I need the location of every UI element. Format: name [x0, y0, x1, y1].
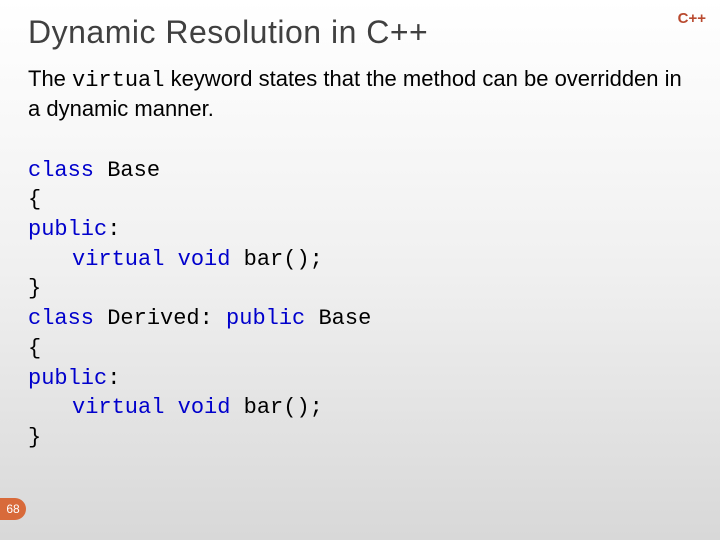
intro-text: The virtual keyword states that the meth…	[28, 65, 692, 122]
code-line-9: virtual void bar();	[28, 393, 323, 423]
code-line-2: {	[28, 187, 41, 212]
slide: C++ Dynamic Resolution in C++ The virtua…	[0, 0, 720, 540]
code-line-3: public:	[28, 217, 120, 242]
kw-public-3: public	[28, 366, 107, 391]
code-line-7: {	[28, 336, 41, 361]
kw-void-1: void	[178, 247, 231, 272]
page-number-badge: 68	[0, 498, 26, 520]
code-space	[164, 247, 177, 272]
code-text: Derived:	[94, 306, 226, 331]
kw-class-1: class	[28, 158, 94, 183]
code-line-8: public:	[28, 366, 120, 391]
code-line-10: }	[28, 425, 41, 450]
code-text: Base	[94, 158, 160, 183]
code-line-6: class Derived: public Base	[28, 306, 371, 331]
kw-virtual-2: virtual	[72, 395, 164, 420]
kw-class-2: class	[28, 306, 94, 331]
code-text: Base	[305, 306, 371, 331]
kw-virtual-1: virtual	[72, 247, 164, 272]
intro-pre: The	[28, 66, 72, 91]
intro-keyword: virtual	[72, 68, 164, 93]
kw-public-1: public	[28, 217, 107, 242]
code-block: class Base { public: virtual void bar();…	[28, 126, 692, 453]
code-text: :	[107, 366, 120, 391]
slide-title: Dynamic Resolution in C++	[28, 14, 692, 51]
code-text: bar();	[230, 247, 322, 272]
kw-void-2: void	[178, 395, 231, 420]
code-line-5: }	[28, 276, 41, 301]
code-space	[164, 395, 177, 420]
code-text: bar();	[230, 395, 322, 420]
code-line-4: virtual void bar();	[28, 245, 323, 275]
code-text: :	[107, 217, 120, 242]
language-badge: C++	[678, 10, 706, 27]
code-line-1: class Base	[28, 158, 160, 183]
kw-public-2: public	[226, 306, 305, 331]
